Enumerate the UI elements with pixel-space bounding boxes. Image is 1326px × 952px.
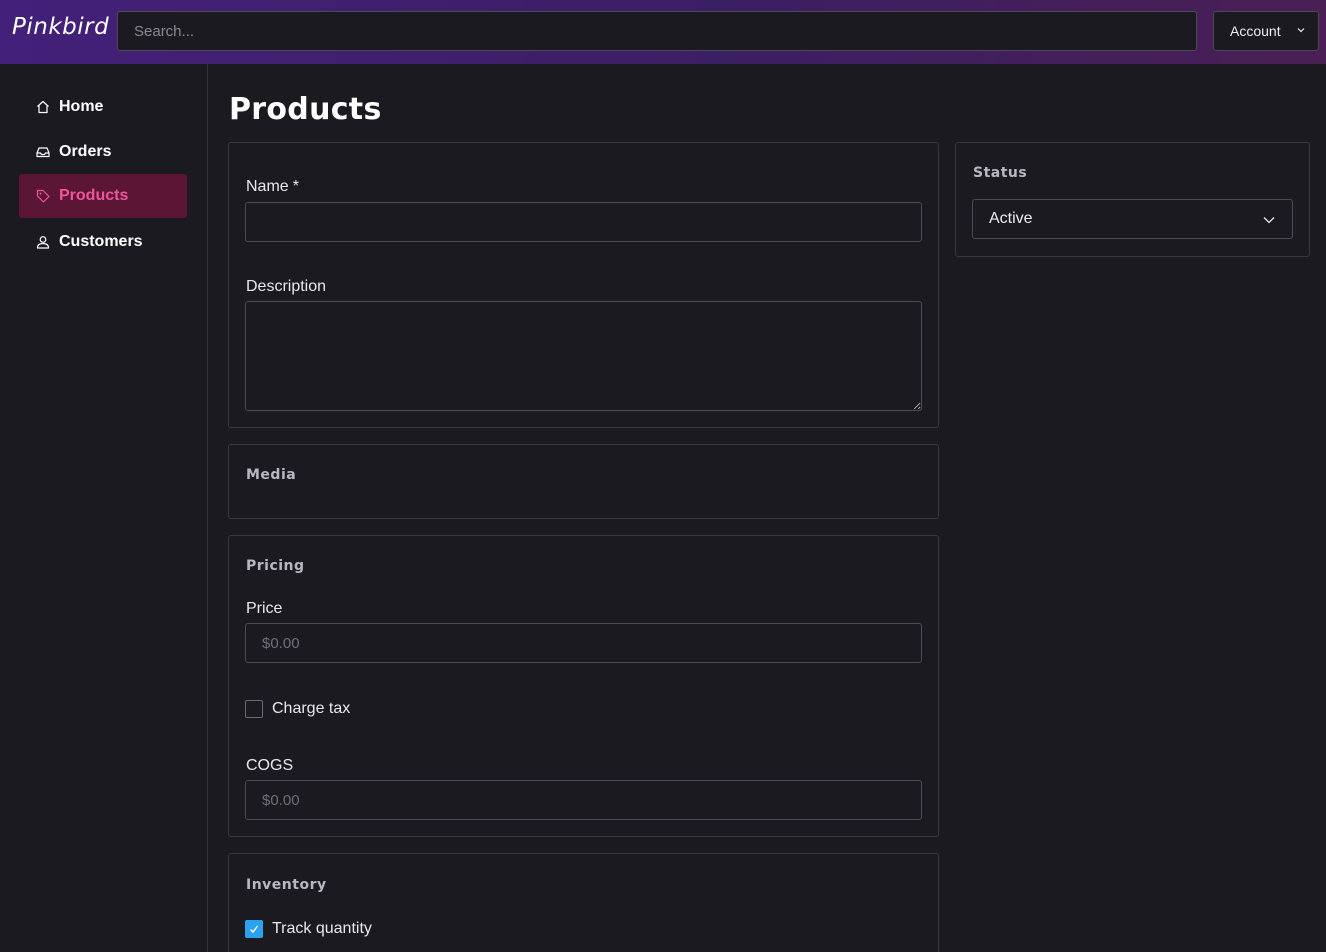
track-quantity-label: Track quantity [272, 920, 372, 937]
tag-icon [35, 188, 51, 204]
account-label: Account [1230, 23, 1281, 39]
description-label: Description [246, 278, 327, 295]
sidebar-item-customers[interactable]: Customers [19, 220, 187, 264]
sidebar-item-label: Orders [59, 143, 112, 160]
checkmark-icon [250, 925, 259, 934]
track-quantity-checkbox[interactable] [245, 920, 263, 938]
chevron-down-icon [1263, 217, 1275, 224]
sidebar-item-label: Home [59, 98, 104, 115]
sidebar-item-orders[interactable]: Orders [19, 130, 187, 174]
status-select[interactable]: Active [972, 199, 1293, 239]
charge-tax-row[interactable]: Charge tax [245, 700, 350, 718]
required-mark: * [292, 178, 299, 195]
sidebar: Home Orders Products Customers [0, 64, 208, 952]
media-title: Media [246, 467, 297, 483]
page-title: Products [229, 92, 382, 127]
top-bar: Pinkbird Account [0, 0, 1326, 64]
status-card: Status Active [955, 142, 1310, 257]
inventory-card: Inventory Track quantity [228, 853, 939, 952]
inventory-title: Inventory [246, 877, 327, 893]
media-card: Media [228, 444, 939, 519]
price-input[interactable] [245, 623, 922, 663]
cogs-input[interactable] [245, 780, 922, 820]
user-icon [35, 234, 51, 250]
track-quantity-row[interactable]: Track quantity [245, 920, 372, 938]
price-label: Price [246, 600, 283, 617]
details-card: Name * Description [228, 142, 939, 428]
search-input[interactable] [117, 11, 1197, 51]
sidebar-item-label: Customers [59, 233, 143, 250]
description-textarea[interactable] [245, 301, 922, 411]
inbox-icon [35, 144, 51, 160]
charge-tax-checkbox[interactable] [245, 700, 263, 718]
pricing-card: Pricing Price Charge tax COGS [228, 535, 939, 837]
cogs-label: COGS [246, 757, 294, 774]
account-menu-button[interactable]: Account [1213, 11, 1319, 51]
chevron-down-icon [1297, 28, 1305, 33]
sidebar-item-home[interactable]: Home [19, 85, 187, 129]
sidebar-item-label: Products [59, 187, 129, 204]
charge-tax-label: Charge tax [272, 700, 351, 717]
sidebar-item-products[interactable]: Products [19, 174, 187, 218]
status-title: Status [973, 165, 1028, 181]
name-label: Name * [246, 178, 299, 196]
home-icon [35, 99, 51, 115]
name-label-text: Name [246, 178, 289, 195]
pricing-title: Pricing [246, 558, 305, 574]
brand-logo[interactable]: Pinkbird [12, 14, 109, 40]
name-input[interactable] [245, 202, 922, 242]
status-selected-value: Active [989, 210, 1033, 227]
